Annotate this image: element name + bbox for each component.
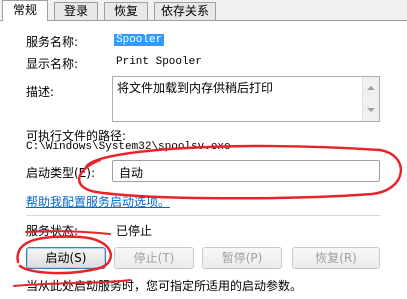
start-button[interactable]: 启动(S) (26, 247, 106, 269)
tab-general[interactable]: 常规 (2, 0, 48, 21)
tab-logon-label: 登录 (63, 4, 88, 18)
service-status-label: 服务状态: (26, 224, 79, 238)
scroll-down-icon[interactable] (367, 108, 375, 112)
exe-path-value: C:\Windows\System32\spoolsv.exe (26, 141, 231, 153)
description-label: 描述: (26, 85, 55, 99)
startup-params-hint: 当从此处启动服务时，您可指定所适用的启动参数。 (26, 279, 303, 293)
startup-type-label: 启动类型(E): (26, 166, 95, 180)
service-name-selected-text: Spooler (114, 34, 165, 46)
resume-button[interactable]: 恢复(R) (292, 247, 380, 269)
pause-button[interactable]: 暂停(P) (202, 247, 282, 269)
description-scrollbar[interactable] (362, 77, 379, 121)
tab-dependencies-label: 依存关系 (160, 4, 209, 18)
display-name-label: 显示名称: (26, 57, 79, 71)
tab-logon[interactable]: 登录 (54, 2, 98, 20)
separator (26, 215, 380, 216)
display-name-value[interactable]: Print Spooler (116, 56, 202, 68)
service-name-value[interactable]: Spooler (114, 34, 165, 46)
service-status-value: 已停止 (116, 224, 153, 238)
tab-general-label: 常规 (12, 3, 37, 17)
tab-strip: 常规 登录 恢复 依存关系 (0, 0, 407, 21)
help-link[interactable]: 帮助我配置服务启动选项。 (26, 193, 170, 210)
service-name-label: 服务名称: (26, 35, 79, 49)
tab-recovery[interactable]: 恢复 (104, 2, 148, 20)
description-text: 将文件加载到内存供稍后打印 (117, 81, 274, 95)
description-textbox[interactable]: 将文件加载到内存供稍后打印 (112, 76, 380, 122)
stop-button[interactable]: 停止(T) (114, 247, 194, 269)
startup-type-value: 自动 (119, 166, 144, 180)
tab-dependencies[interactable]: 依存关系 (154, 2, 216, 20)
startup-type-select[interactable]: 自动 (112, 160, 380, 182)
scroll-up-icon[interactable] (367, 86, 375, 90)
tab-recovery-label: 恢复 (113, 4, 138, 18)
